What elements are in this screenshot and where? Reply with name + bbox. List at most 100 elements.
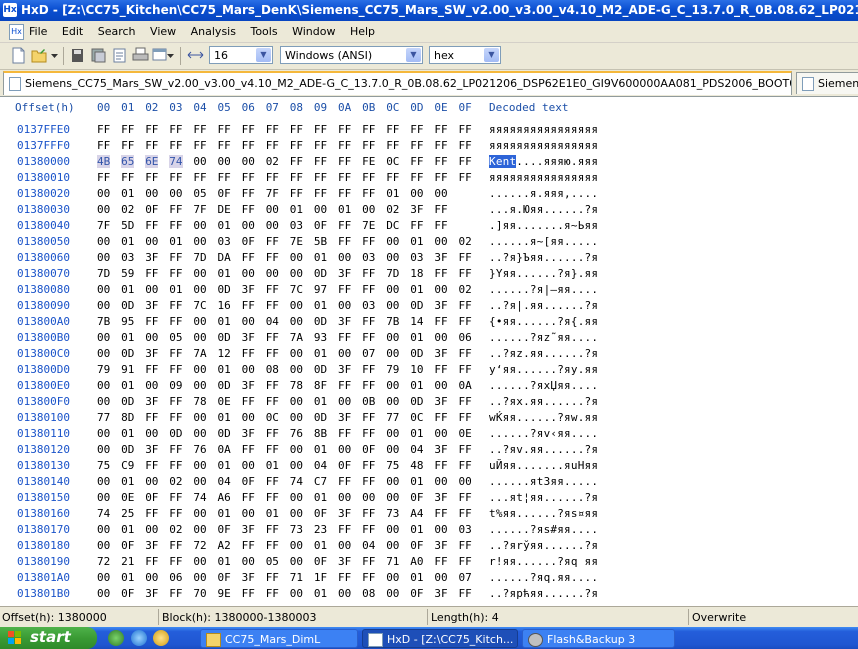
hex-byte[interactable]: FF — [410, 139, 423, 152]
hex-byte[interactable]: 0D — [314, 363, 327, 376]
hex-byte[interactable]: 00 — [193, 363, 206, 376]
hex-byte[interactable]: 65 — [121, 155, 135, 168]
hex-byte[interactable]: 00 — [290, 395, 303, 408]
hex-byte[interactable]: FF — [242, 395, 255, 408]
hex-row[interactable]: 01380180 00 0F 3F FF 72 A2 FF FF 00 01 00 04 00 0F 3F FF… — [0, 539, 858, 555]
hex-byte[interactable]: 0F — [145, 491, 158, 504]
hex-byte[interactable]: 0D — [121, 347, 134, 360]
hex-byte[interactable]: 0F — [218, 187, 231, 200]
bytes-per-row-select[interactable]: 16 ▼ — [209, 46, 273, 64]
hex-byte[interactable]: 70 — [193, 587, 206, 600]
hex-byte[interactable]: 00 — [266, 267, 279, 280]
hex-byte[interactable]: 3F — [242, 571, 255, 584]
hex-byte[interactable]: 00 — [338, 539, 351, 552]
hex-byte[interactable]: 00 — [290, 251, 303, 264]
hex-byte[interactable]: FF — [338, 331, 351, 344]
hex-byte[interactable]: 00 — [242, 267, 255, 280]
hex-byte[interactable]: FF — [169, 491, 182, 504]
hex-byte[interactable]: FF — [169, 123, 182, 136]
hex-byte[interactable]: FF — [362, 475, 375, 488]
hex-byte[interactable]: FF — [362, 315, 375, 328]
hex-row[interactable]: 013800A0 7B 95 FF FF 00 01 00 04 00 0D 3F FF 7B 14 FF FF… — [0, 315, 858, 331]
hex-byte[interactable]: 01 — [121, 235, 134, 248]
hex-byte[interactable]: FF — [266, 587, 279, 600]
hex-byte[interactable]: FF — [145, 219, 158, 232]
hex-byte[interactable]: 00 — [386, 475, 399, 488]
hex-byte[interactable]: FF — [266, 123, 279, 136]
hex-row[interactable]: 01380160 74 25 FF FF 00 01 00 01 00 0F 3F FF 73 A4 FF FF… — [0, 507, 858, 523]
hex-byte[interactable]: A6 — [218, 491, 231, 504]
save-icon[interactable] — [69, 47, 86, 64]
hex-byte[interactable]: 6E — [145, 155, 159, 168]
tab-siemens-bin[interactable]: Siemens_CC75_Mars_SW_v2.00_v3.00_v4.10_M… — [3, 71, 792, 95]
print-icon[interactable] — [132, 47, 149, 64]
hex-byte[interactable]: 76 — [290, 427, 303, 440]
hex-byte[interactable]: 0F — [121, 587, 134, 600]
hex-byte[interactable]: 0F — [314, 555, 327, 568]
hex-byte[interactable]: 3F — [338, 507, 351, 520]
hex-byte[interactable]: 08 — [362, 587, 375, 600]
hex-byte[interactable]: FF — [362, 363, 375, 376]
hex-byte[interactable]: FF — [362, 139, 375, 152]
hex-byte[interactable]: 0D — [410, 347, 423, 360]
hex-byte[interactable]: FF — [242, 587, 255, 600]
hex-byte[interactable]: 21 — [121, 555, 134, 568]
hex-byte[interactable]: FF — [459, 299, 472, 312]
hex-row[interactable]: 013800F0 00 0D 3F FF 78 0E FF FF 00 01 00 0B 00 0D 3F FF… — [0, 395, 858, 411]
hex-byte[interactable]: FF — [266, 331, 279, 344]
hex-byte[interactable]: 9E — [218, 587, 231, 600]
hex-byte[interactable]: 07 — [362, 347, 375, 360]
hex-byte[interactable]: FF — [169, 347, 182, 360]
hex-row[interactable]: 01380020 00 01 00 00 05 0F FF 7F FF FF FF FF 01 00 00..… — [0, 187, 858, 203]
hex-byte[interactable]: 00 — [193, 571, 206, 584]
hex-byte[interactable]: 00 — [290, 507, 303, 520]
hex-byte[interactable]: A2 — [218, 539, 231, 552]
decoded-text[interactable]: ...яt¦яя......?я — [489, 491, 598, 504]
hex-byte[interactable]: 00 — [193, 523, 206, 536]
hex-byte[interactable]: 02 — [386, 203, 399, 216]
hex-byte[interactable]: FF — [314, 155, 327, 168]
hex-byte[interactable]: 01 — [410, 475, 423, 488]
hex-byte[interactable]: FF — [434, 267, 447, 280]
hex-byte[interactable]: A4 — [410, 507, 423, 520]
hex-byte[interactable]: 00 — [97, 251, 110, 264]
hex-byte[interactable]: 00 — [242, 219, 255, 232]
hex-byte[interactable]: FF — [338, 571, 351, 584]
hex-byte[interactable]: 00 — [410, 187, 423, 200]
hex-byte[interactable]: 04 — [410, 443, 423, 456]
hex-byte[interactable]: 01 — [121, 187, 134, 200]
hex-byte[interactable]: 00 — [434, 331, 447, 344]
hex-byte[interactable]: 3F — [338, 315, 351, 328]
hex-byte[interactable]: FF — [410, 171, 423, 184]
hex-row[interactable]: 01380140 00 01 00 02 00 04 0F FF 74 C7 FF FF 00 01 00 00… — [0, 475, 858, 491]
decoded-text[interactable]: t%яя......?яs¤яя — [489, 507, 598, 520]
hex-byte[interactable]: 7F — [193, 203, 206, 216]
hex-byte[interactable]: FF — [434, 139, 447, 152]
hex-byte[interactable]: FF — [314, 187, 327, 200]
charset-select[interactable]: Windows (ANSI) ▼ — [280, 46, 423, 64]
hex-byte[interactable]: 00 — [338, 491, 351, 504]
hex-byte[interactable]: FF — [362, 267, 375, 280]
quicklaunch-app-icon[interactable] — [108, 630, 124, 646]
hex-byte[interactable]: FF — [266, 523, 279, 536]
hex-byte[interactable]: 01 — [314, 491, 327, 504]
hex-byte[interactable]: 00 — [386, 523, 399, 536]
hex-byte[interactable]: 00 — [386, 283, 399, 296]
hex-byte[interactable]: 00 — [386, 347, 399, 360]
hex-row[interactable]: 01380000 4B 65 6E 74 00 00 00 02 FF FF FF FE 0C FF FF FF… — [0, 155, 858, 171]
hex-byte[interactable]: 0A — [218, 443, 231, 456]
hex-byte[interactable]: FF — [338, 139, 351, 152]
hex-byte[interactable]: 0D — [218, 331, 231, 344]
hex-byte[interactable]: FF — [242, 251, 255, 264]
hex-byte[interactable]: 78 — [193, 395, 206, 408]
hex-byte[interactable]: 01 — [410, 571, 423, 584]
hex-row[interactable]: 013801B0 00 0F 3F FF 70 9E FF FF 00 01 00 08 00 0F 3F FF… — [0, 587, 858, 603]
hex-byte[interactable]: 14 — [410, 315, 423, 328]
quicklaunch-tool-icon[interactable] — [153, 630, 169, 646]
hex-byte[interactable]: 73 — [290, 523, 303, 536]
hex-byte[interactable]: FF — [362, 379, 375, 392]
hex-row[interactable]: 0137FFE0 FF FF FF FF FF FF FF FF FF FF FF FF FF FF FF FF… — [0, 123, 858, 139]
hex-byte[interactable]: FF — [193, 123, 206, 136]
hex-byte[interactable]: FF — [338, 523, 351, 536]
hex-byte[interactable]: 00 — [97, 395, 110, 408]
